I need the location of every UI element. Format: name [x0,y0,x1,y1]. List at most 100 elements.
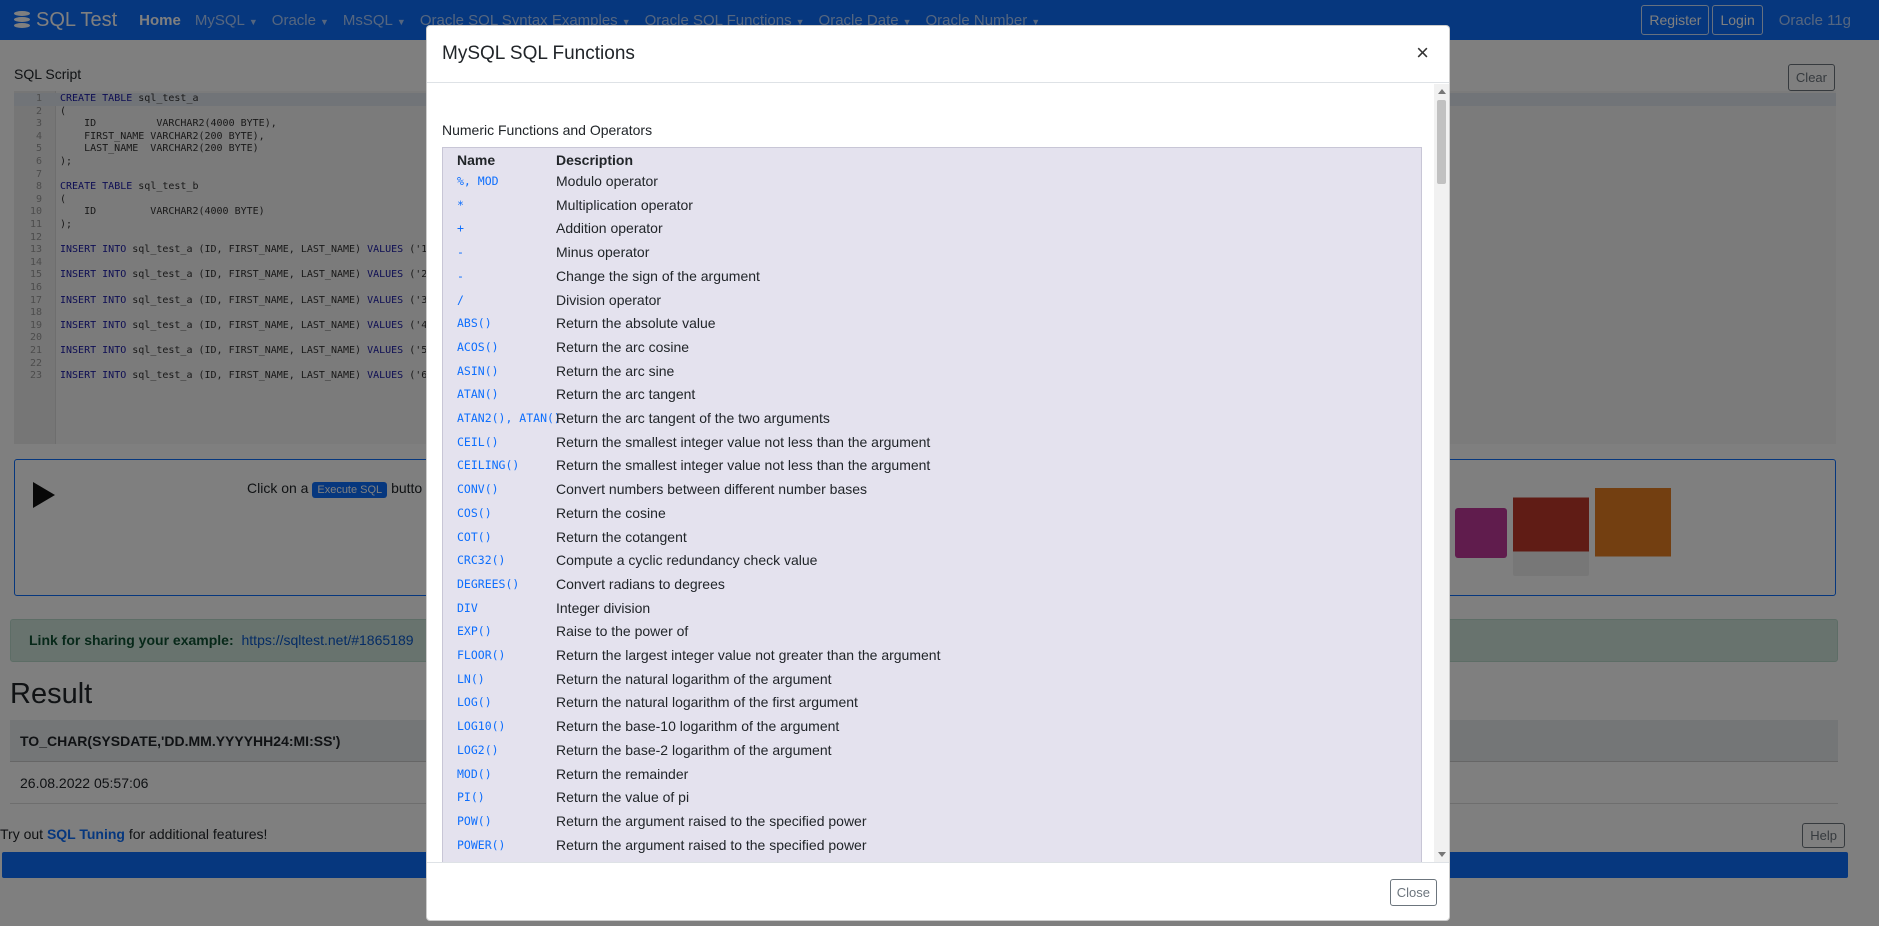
table-row: ATAN() Return the arc tangent [443,383,1423,407]
table-row: EXP() Raise to the power of [443,620,1423,644]
table-row: ATAN2(), ATAN() Return the arc tangent of… [443,407,1423,431]
function-description: Raise to the power of [556,623,689,640]
function-name-link[interactable]: LN() [457,672,485,686]
function-description: Return the arc tangent [556,386,696,403]
table-row: ASIN() Return the arc sine [443,360,1423,384]
table-row: FLOOR() Return the largest integer value … [443,644,1423,668]
table-header: Name Description [443,148,1423,170]
table-row: CRC32() Compute a cyclic redundancy check… [443,549,1423,573]
table-row: - Minus operator [443,241,1423,265]
function-name-link[interactable]: + [457,221,464,235]
function-name-link[interactable]: POW() [457,814,492,828]
function-description: Convert radians to degrees [556,575,725,592]
function-description: Compute a cyclic redundancy check value [556,552,818,569]
table-row: - Change the sign of the argument [443,265,1423,289]
function-description: Return the smallest integer value not le… [556,433,931,450]
function-name-link[interactable]: - [457,269,464,283]
function-name-link[interactable]: CEILING() [457,458,519,472]
table-row: DIV Integer division [443,597,1423,621]
function-name-link[interactable]: DIV [457,601,478,615]
table-row: ACOS() Return the arc cosine [443,336,1423,360]
function-name-link[interactable]: ATAN() [457,387,499,401]
function-description: Return the natural logarithm of the argu… [556,670,832,687]
function-name-link[interactable]: CRC32() [457,553,505,567]
scroll-thumb[interactable] [1437,100,1446,184]
table-row: CONV() Convert numbers between different … [443,478,1423,502]
close-button[interactable]: Close [1389,879,1437,906]
table-row: PI() Return the value of pi [443,786,1423,810]
function-name-link[interactable]: EXP() [457,624,492,638]
close-icon[interactable]: × [1416,40,1429,66]
function-description: Return the base-2 logarithm of the argum… [556,741,832,758]
function-description: Return the argument raised to the specif… [556,836,867,853]
function-description: Return the absolute value [556,315,716,332]
function-description: Return the remainder [556,765,689,782]
function-name-link[interactable]: * [457,198,464,212]
function-name-link[interactable]: - [457,245,464,259]
table-row: * Multiplication operator [443,194,1423,218]
function-description: Modulo operator [556,173,658,189]
table-row: MOD() Return the remainder [443,763,1423,787]
function-name-link[interactable]: LOG2() [457,743,499,757]
function-name-link[interactable]: CONV() [457,482,499,496]
table-row: COS() Return the cosine [443,502,1423,526]
column-name-header: Name [457,152,496,168]
function-name-link[interactable]: PI() [457,790,485,804]
table-row: POWER() Return the argument raised to the… [443,834,1423,858]
scroll-up-icon[interactable] [1438,89,1446,94]
function-name-link[interactable]: ABS() [457,316,492,330]
function-name-link[interactable]: COT() [457,530,492,544]
modal-scrollbar[interactable] [1434,84,1449,862]
function-description: Return the value of pi [556,789,690,806]
modal-header: MySQL SQL Functions × [427,26,1449,83]
function-name-link[interactable]: COS() [457,506,492,520]
table-row: + Addition operator [443,217,1423,241]
function-name-link[interactable]: LOG10() [457,719,505,733]
function-name-link[interactable]: ATAN2(), ATAN() [457,411,561,425]
function-description: Multiplication operator [556,196,693,213]
function-description: Return the arc tangent of the two argume… [556,410,830,426]
function-description: Return the argument raised to the specif… [556,812,867,829]
function-description: Addition operator [556,220,663,237]
function-name-link[interactable]: ASIN() [457,364,499,378]
function-description: Return the arc sine [556,362,675,379]
function-name-link[interactable]: CEIL() [457,435,499,449]
function-description: Change the sign of the argument [556,267,760,284]
column-description-header: Description [556,152,634,168]
table-row: CEILING() Return the smallest integer val… [443,454,1423,478]
modal-title: MySQL SQL Functions [442,43,635,64]
function-description: Minus operator [556,244,650,261]
function-name-link[interactable]: FLOOR() [457,648,505,662]
table-row: CEIL() Return the smallest integer value … [443,431,1423,455]
function-description: Return the arc cosine [556,338,690,355]
function-name-link[interactable]: ACOS() [457,340,499,354]
table-row: %, MOD Modulo operator [443,170,1423,194]
scroll-down-icon[interactable] [1438,852,1446,857]
function-name-link[interactable]: DEGREES() [457,577,519,591]
function-description: Return the cotangent [556,528,687,545]
function-name-link[interactable]: %, MOD [457,174,499,188]
table-row: DEGREES() Convert radians to degrees [443,573,1423,597]
function-description: Return the natural logarithm of the firs… [556,694,858,711]
modal-body: Numeric Functions and Operators Name Des… [427,84,1449,862]
function-name-link[interactable]: LOG() [457,695,492,709]
function-name-link[interactable]: MOD() [457,767,492,781]
table-row: LOG() Return the natural logarithm of the… [443,691,1423,715]
function-name-link[interactable]: / [457,293,464,307]
table-row: LN() Return the natural logarithm of the … [443,668,1423,692]
function-description: Return the cosine [556,504,666,521]
table-row: POW() Return the argument raised to the s… [443,810,1423,834]
function-description: Return the smallest integer value not le… [556,457,931,474]
table-row: LOG2() Return the base-2 logarithm of the… [443,739,1423,763]
functions-table: Name Description %, MOD Modulo operator * M… [442,147,1422,862]
table-row: / Division operator [443,289,1423,313]
function-description: Return the base-10 logarithm of the argu… [556,718,840,735]
table-row: LOG10() Return the base-10 logarithm of t… [443,715,1423,739]
function-name-link[interactable]: POWER() [457,838,505,852]
table-row: ABS() Return the absolute value [443,312,1423,336]
function-description: Convert numbers between different number… [556,481,868,498]
functions-modal: MySQL SQL Functions × Numeric Functions … [426,25,1450,921]
function-description: Return the largest integer value not gre… [556,647,941,663]
modal-footer: Close [427,862,1449,920]
table-row: COT() Return the cotangent [443,526,1423,550]
